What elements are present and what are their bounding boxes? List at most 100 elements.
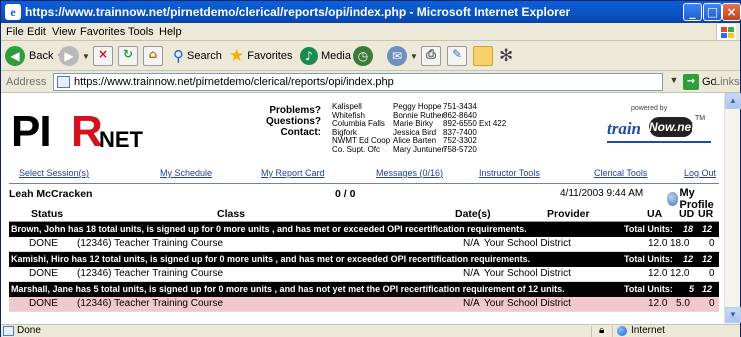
total-units-label: Total Units: <box>624 224 673 234</box>
summary-text: Brown, John has 18 total units, is signe… <box>11 224 527 234</box>
logo-pi: PI <box>11 107 52 156</box>
cell-ua: 12.0 <box>648 268 668 279</box>
history-button[interactable]: ◷ <box>353 45 373 67</box>
favorites-button[interactable]: ★ Favorites <box>229 45 293 67</box>
contact-places: Kalispell Whitefish Columbia Falls Bigfo… <box>332 102 390 155</box>
print-icon: ⎙ <box>421 46 441 66</box>
go-button[interactable]: → Go <box>683 74 717 90</box>
summary-row: Brown, John has 18 total units, is signe… <box>9 222 719 237</box>
cell-provider: Your School District <box>484 268 571 279</box>
contact-label: Contact: <box>280 127 321 138</box>
user-name: Leah McCracken <box>9 188 93 200</box>
forward-dropdown-icon: ▼ <box>82 51 90 61</box>
contact-names: Peggy Hoppe Bonnie Ruther Marie Birky Je… <box>393 102 446 155</box>
cell-ua: 12.0 <box>648 238 668 249</box>
address-input[interactable]: https://www.trainnow.net/pirnetdemo/cler… <box>53 73 663 91</box>
problems-label: Problems? <box>269 105 321 116</box>
title-bar[interactable]: e https://www.trainnow.net/pirnetdemo/cl… <box>1 1 741 23</box>
scroll-up-icon[interactable]: ▲ <box>725 93 741 109</box>
total-units-label: Total Units: <box>624 254 673 264</box>
header-ud: UD <box>679 208 695 220</box>
table-row: DONE (12346) Teacher Training Course N/A… <box>9 237 719 252</box>
menu-favorites[interactable]: Favorites <box>80 26 125 38</box>
summary-row: Marshall, Jane has 5 total units, is sig… <box>9 282 719 297</box>
star-icon: ★ <box>229 46 245 66</box>
total-units-ud: 12 <box>683 254 694 264</box>
mail-button[interactable]: ✉ ▼ <box>387 45 418 67</box>
total-units-ur: 12 <box>702 224 713 234</box>
media-button[interactable]: ♪ Media <box>300 45 351 67</box>
total-units-ur: 12 <box>702 254 713 264</box>
home-button[interactable]: ⌂ <box>143 45 163 67</box>
message-count: 0 / 0 <box>335 188 356 200</box>
nav-instructor-tools[interactable]: Instructor Tools <box>479 168 540 178</box>
media-icon: ♪ <box>300 47 318 65</box>
nav-my-schedule[interactable]: My Schedule <box>160 168 212 178</box>
menu-file[interactable]: File <box>6 26 24 38</box>
nav-select-sessions[interactable]: Select Session(s) <box>19 168 89 178</box>
menu-edit[interactable]: Edit <box>27 26 46 38</box>
menu-tools[interactable]: Tools <box>128 26 154 38</box>
cell-status: DONE <box>29 268 58 279</box>
back-label: Back <box>29 50 54 62</box>
refresh-button[interactable]: ↻ <box>118 45 138 67</box>
edit-button[interactable]: ✎ <box>447 45 467 67</box>
header-status: Status <box>31 208 64 220</box>
links-button[interactable]: Links <box>714 76 740 88</box>
nav-messages[interactable]: Messages (0/16) <box>376 168 443 178</box>
cell-class: (12346) Teacher Training Course <box>77 238 224 249</box>
menu-help[interactable]: Help <box>159 26 182 38</box>
window-title: https://www.trainnow.net/pirnetdemo/cler… <box>25 5 571 19</box>
messenger-button[interactable]: ✻ <box>499 45 513 67</box>
scroll-down-icon[interactable]: ▼ <box>725 307 741 323</box>
back-button[interactable]: ◀ Back ▼ <box>5 45 64 67</box>
table-row: DONE (12346) Teacher Training Course N/A… <box>9 297 719 312</box>
folder-icon <box>473 46 493 66</box>
stop-button[interactable]: × <box>93 45 113 67</box>
questions-label: Questions? <box>265 116 321 127</box>
cell-provider: Your School District <box>484 238 571 249</box>
logo-dotnet: .net <box>673 120 696 134</box>
forward-button[interactable]: ▶ ▼ <box>59 45 90 67</box>
address-dropdown-icon[interactable]: ▼ <box>667 75 681 89</box>
search-button[interactable]: ⚲ Search <box>173 45 222 67</box>
status-text: Done <box>17 325 41 336</box>
cell-class: (12346) Teacher Training Course <box>77 298 224 309</box>
cell-ud: 18.0 <box>670 238 690 249</box>
stop-icon: × <box>93 46 113 66</box>
status-divider <box>591 326 592 337</box>
logo-r: R <box>71 107 103 156</box>
nav-clerical-tools[interactable]: Clerical Tools <box>594 168 647 178</box>
ie-logo-icon: e <box>5 4 21 20</box>
nav-log-out[interactable]: Log Out <box>684 168 716 178</box>
minimize-button[interactable]: _ <box>683 3 702 21</box>
vertical-scrollbar[interactable]: ▲ ▼ <box>724 93 741 324</box>
maximize-button[interactable]: □ <box>703 3 722 21</box>
home-icon: ⌂ <box>143 46 163 66</box>
internet-zone-icon <box>617 326 627 336</box>
go-arrow-icon: → <box>683 74 699 90</box>
refresh-icon: ↻ <box>118 46 138 66</box>
print-button[interactable]: ⎙ <box>421 45 441 67</box>
page-done-icon <box>3 326 14 336</box>
edit-icon: ✎ <box>447 46 467 66</box>
place: Co. Supt. Ofc <box>332 144 381 154</box>
address-url: https://www.trainnow.net/pirnetdemo/cler… <box>74 76 394 88</box>
menu-view[interactable]: View <box>52 26 76 38</box>
contact-name: Mary Juntunen <box>393 144 446 154</box>
nav-my-report-card[interactable]: My Report Card <box>261 168 325 178</box>
status-divider <box>612 326 613 337</box>
cell-dates: N/A <box>463 298 480 309</box>
messenger-icon: ✻ <box>499 46 514 66</box>
media-label: Media <box>321 50 351 62</box>
pirnet-logo: PI R NET <box>11 107 151 157</box>
header-ur: UR <box>698 208 714 220</box>
lock-icon: 🔒︎ <box>599 325 605 336</box>
forward-arrow-icon: ▶ <box>59 46 79 66</box>
browser-window: e https://www.trainnow.net/pirnetdemo/cl… <box>0 0 741 337</box>
close-button[interactable]: × <box>722 3 741 21</box>
page-icon <box>57 76 70 88</box>
status-bar: Done 🔒︎ Internet <box>1 324 740 337</box>
cell-ua: 12.0 <box>648 298 668 309</box>
folder-button[interactable] <box>473 45 493 67</box>
